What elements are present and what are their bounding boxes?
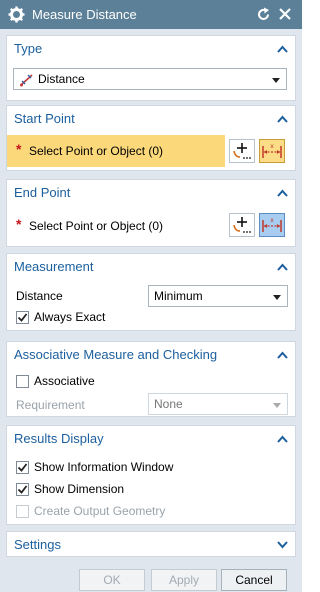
measure-distance-icon: x bbox=[262, 217, 282, 232]
dialog-title: Measure Distance bbox=[32, 7, 137, 22]
measurement-section: Measurement Distance Minimum Always Exac… bbox=[6, 253, 296, 331]
svg-text:x: x bbox=[270, 217, 274, 224]
associative-section: Associative Measure and Checking Associa… bbox=[6, 341, 296, 417]
svg-text:x: x bbox=[270, 143, 274, 150]
results-display-section: Results Display Show Information Window … bbox=[6, 425, 296, 525]
end-point-prompt: Select Point or Object (0) bbox=[29, 219, 164, 233]
cancel-button[interactable]: Cancel bbox=[221, 569, 287, 591]
ok-button[interactable]: OK bbox=[79, 569, 145, 591]
dialog-footer: OK Apply Cancel bbox=[0, 562, 302, 592]
measurement-section-header[interactable]: Measurement bbox=[7, 254, 295, 280]
create-output-label: Create Output Geometry bbox=[34, 504, 166, 518]
associative-label: Associative bbox=[34, 374, 95, 388]
reset-icon[interactable] bbox=[256, 7, 271, 22]
chevron-down-icon bbox=[273, 403, 281, 408]
show-dimension-checkbox[interactable] bbox=[16, 483, 29, 496]
measure-distance-icon: x bbox=[262, 143, 282, 158]
start-point-measure-button[interactable]: x bbox=[259, 139, 285, 163]
chevron-up-icon[interactable] bbox=[277, 189, 288, 197]
required-marker: * bbox=[16, 141, 22, 157]
always-exact-label: Always Exact bbox=[34, 310, 106, 324]
end-point-selector[interactable]: * Select Point or Object (0) bbox=[7, 210, 225, 242]
required-marker: * bbox=[16, 216, 22, 232]
chevron-up-icon[interactable] bbox=[277, 45, 288, 53]
always-exact-checkbox[interactable] bbox=[16, 311, 29, 324]
apply-button[interactable]: Apply bbox=[151, 569, 217, 591]
checkmark-icon bbox=[17, 485, 28, 494]
associative-section-header[interactable]: Associative Measure and Checking bbox=[7, 342, 295, 368]
distance-dropdown-value: Minimum bbox=[154, 289, 203, 303]
chevron-down-icon bbox=[273, 295, 281, 300]
title-bar: Measure Distance bbox=[0, 0, 302, 29]
settings-section: Settings bbox=[6, 531, 296, 557]
chevron-up-icon[interactable] bbox=[277, 435, 288, 443]
show-info-window-checkbox[interactable] bbox=[16, 461, 29, 474]
show-dimension-label: Show Dimension bbox=[34, 482, 125, 496]
requirement-label: Requirement bbox=[16, 398, 85, 412]
end-point-section: End Point * Select Point or Object (0) x bbox=[6, 179, 296, 247]
chevron-down-icon[interactable] bbox=[277, 541, 288, 549]
results-display-section-title: Results Display bbox=[14, 431, 104, 446]
type-section: Type Distance bbox=[6, 35, 296, 101]
distance-dropdown[interactable]: Minimum bbox=[148, 285, 288, 307]
end-point-section-title: End Point bbox=[14, 185, 71, 200]
type-section-header[interactable]: Type bbox=[7, 36, 295, 62]
chevron-up-icon[interactable] bbox=[277, 115, 288, 123]
start-point-dialog-button[interactable] bbox=[229, 139, 255, 163]
start-point-section-header[interactable]: Start Point bbox=[7, 106, 295, 132]
start-point-selector[interactable]: * Select Point or Object (0) bbox=[7, 135, 225, 167]
chevron-down-icon bbox=[272, 78, 280, 83]
requirement-dropdown-value: None bbox=[154, 397, 183, 411]
start-point-section-title: Start Point bbox=[14, 111, 75, 126]
type-dropdown-value: Distance bbox=[38, 72, 85, 86]
start-point-section: Start Point * Select Point or Object (0)… bbox=[6, 105, 296, 171]
gear-icon bbox=[8, 6, 25, 23]
create-output-checkbox[interactable] bbox=[16, 505, 29, 518]
checkmark-icon bbox=[17, 463, 28, 472]
point-dialog-icon bbox=[233, 143, 251, 159]
chevron-up-icon[interactable] bbox=[277, 263, 288, 271]
associative-checkbox[interactable] bbox=[16, 375, 29, 388]
show-info-window-label: Show Information Window bbox=[34, 460, 174, 474]
distance-ruler-icon bbox=[20, 74, 33, 87]
point-dialog-icon bbox=[233, 217, 251, 233]
checkmark-icon bbox=[17, 313, 28, 322]
end-point-section-header[interactable]: End Point bbox=[7, 180, 295, 206]
end-point-dialog-button[interactable] bbox=[229, 213, 255, 237]
distance-label: Distance bbox=[16, 289, 63, 303]
end-point-measure-button[interactable]: x bbox=[259, 213, 285, 237]
associative-section-title: Associative Measure and Checking bbox=[14, 347, 218, 362]
type-dropdown[interactable]: Distance bbox=[13, 68, 287, 90]
chevron-up-icon[interactable] bbox=[277, 351, 288, 359]
dialog-body: Type Distance Start Point * Select Point… bbox=[0, 29, 302, 592]
measurement-section-title: Measurement bbox=[14, 259, 94, 274]
start-point-prompt: Select Point or Object (0) bbox=[29, 144, 164, 158]
results-display-section-header[interactable]: Results Display bbox=[7, 426, 295, 452]
type-section-title: Type bbox=[14, 41, 43, 56]
close-icon[interactable] bbox=[278, 7, 292, 21]
requirement-dropdown[interactable]: None bbox=[148, 393, 288, 415]
settings-section-header[interactable]: Settings bbox=[7, 532, 295, 558]
settings-section-title: Settings bbox=[14, 537, 61, 552]
